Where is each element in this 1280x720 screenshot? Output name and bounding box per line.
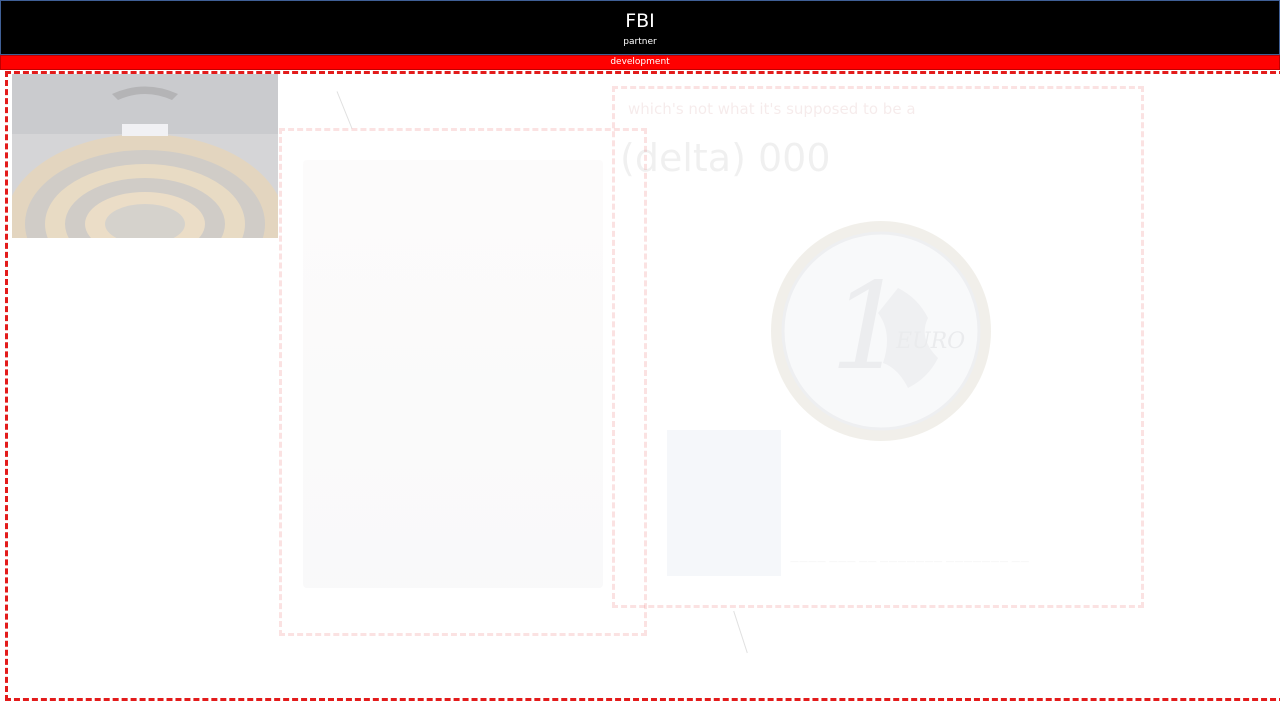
page: FBI partner development which's not what… (0, 0, 1280, 720)
header-bar: FBI partner (0, 0, 1280, 55)
ghost-caption: ———— ——— —— ——————— ——————— —— (790, 557, 1030, 567)
header-subtitle: partner (623, 37, 657, 47)
development-banner: development (0, 55, 1280, 70)
ghost-heading: which's not what it's supposed to be a (628, 100, 916, 118)
ghost-thumbnail (667, 430, 781, 576)
ghost-big-text: (delta) 000 (620, 136, 831, 180)
ghost-person-photo (303, 160, 603, 588)
svg-text:EURO: EURO (895, 329, 965, 354)
header-title: FBI (625, 10, 655, 32)
euro-coin-image: 1 EURO (768, 218, 994, 444)
parliament-photo (12, 74, 278, 238)
